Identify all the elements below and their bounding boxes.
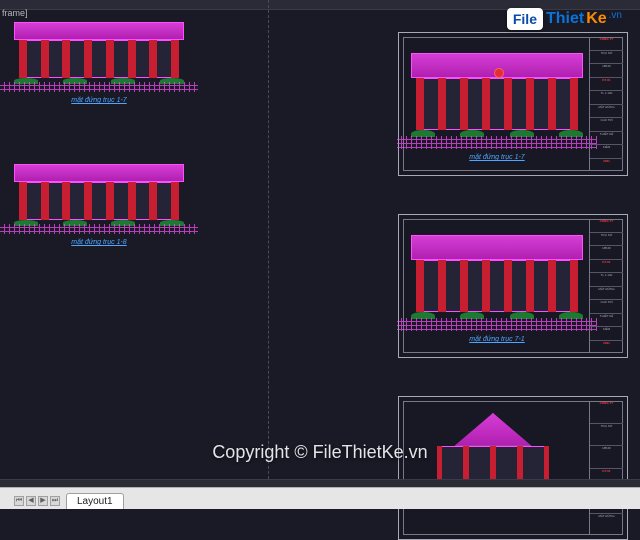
layout-tabstrip: ⏮ ◀ ▶ ⏭ Layout1 bbox=[0, 487, 640, 509]
ground-grid bbox=[397, 318, 597, 331]
tab-nav-prev-icon[interactable]: ◀ bbox=[26, 496, 36, 506]
tb-row: KIỂM bbox=[590, 145, 623, 159]
logo-tld: .vn bbox=[609, 10, 622, 21]
layout-sheet-1[interactable]: mặt đứng trục 1-7 CÔNG TY TRỤ SỞ UBND KT… bbox=[398, 32, 628, 176]
tb-row: THIẾT KẾ bbox=[590, 314, 623, 328]
tb-row: UBND bbox=[590, 64, 623, 78]
logo-word1: Thiet bbox=[546, 10, 584, 28]
tb-row: TRỤ SỞ bbox=[590, 51, 623, 65]
tb-row: UBND bbox=[590, 246, 623, 260]
columns bbox=[416, 78, 578, 130]
tb-row: TL 1:100 bbox=[590, 273, 623, 287]
layout-sheet-3[interactable]: CÔNG TY TRỤ SỞ UBND KT-01 TL 1:100 MẶT Đ… bbox=[398, 396, 628, 540]
title-block: CÔNG TY TRỤ SỞ UBND KT-01 TL 1:100 MẶT Đ… bbox=[589, 219, 623, 353]
drawing-elevation-1[interactable]: mặt đứng trục 1-7 bbox=[14, 22, 184, 92]
drawing-caption: mặt đứng trục 1-8 bbox=[14, 239, 184, 246]
tb-row: CÔNG TY bbox=[590, 219, 623, 233]
logo-word2: Ke bbox=[586, 10, 606, 28]
drawing-caption: mặt đứng trục 1-7 bbox=[14, 97, 184, 104]
tb-row: 2021 bbox=[590, 159, 623, 172]
sheet-drawing-area bbox=[403, 401, 585, 535]
tb-row: MẶT ĐỨNG bbox=[590, 287, 623, 301]
sheet2-elevation: mặt đứng trục 7-1 bbox=[411, 235, 583, 331]
tab-nav-last-icon[interactable]: ⏭ bbox=[50, 496, 60, 506]
columns bbox=[19, 40, 179, 78]
tb-row: TRỤ SỞ bbox=[590, 233, 623, 247]
tab-nav-first-icon[interactable]: ⏮ bbox=[14, 496, 24, 506]
tb-row: THIẾT KẾ bbox=[590, 132, 623, 146]
tab-nav-buttons: ⏮ ◀ ▶ ⏭ bbox=[14, 496, 60, 506]
tb-row: KIỂM bbox=[590, 327, 623, 341]
title-block: CÔNG TY TRỤ SỞ UBND KT-01 TL 1:100 MẶT Đ… bbox=[589, 37, 623, 171]
roof-shape bbox=[14, 164, 184, 182]
emblem-icon bbox=[494, 68, 504, 78]
canvas-bottom-edge bbox=[0, 479, 640, 487]
sheet1-elevation: mặt đứng trục 1-7 bbox=[411, 53, 583, 149]
tb-row: 2021 bbox=[590, 341, 623, 354]
title-block: CÔNG TY TRỤ SỞ UBND KT-01 TL 1:100 MẶT Đ… bbox=[589, 401, 623, 535]
tb-row: MẶT ĐỨNG bbox=[590, 514, 623, 536]
layout-sheet-2[interactable]: mặt đứng trục 7-1 CÔNG TY TRỤ SỞ UBND KT… bbox=[398, 214, 628, 358]
roof-shape-hip bbox=[443, 413, 544, 446]
tb-row: KT-01 bbox=[590, 260, 623, 274]
tab-layout1[interactable]: Layout1 bbox=[66, 493, 124, 509]
columns bbox=[416, 260, 578, 312]
tb-row: CHỦ TRÌ bbox=[590, 300, 623, 314]
tb-row: MẶT ĐỨNG bbox=[590, 105, 623, 119]
drawing-elevation-2[interactable]: mặt đứng trục 1-8 bbox=[14, 164, 184, 234]
columns bbox=[19, 182, 179, 220]
tab-nav-next-icon[interactable]: ▶ bbox=[38, 496, 48, 506]
cad-canvas[interactable]: frame] mặt đứng trục 1-7 mặt đứng trục 1… bbox=[0, 0, 640, 509]
sheet-drawing-area: mặt đứng trục 1-7 bbox=[403, 37, 585, 171]
viewport-divider bbox=[268, 0, 269, 509]
watermark-logo: File Thiet Ke .vn bbox=[507, 8, 622, 30]
roof-shape bbox=[14, 22, 184, 40]
tb-row: TRỤ SỞ bbox=[590, 424, 623, 447]
ground-grid bbox=[397, 136, 597, 149]
roof-shape bbox=[411, 235, 583, 260]
tb-row: CÔNG TY bbox=[590, 37, 623, 51]
sheet-drawing-area: mặt đứng trục 7-1 bbox=[403, 219, 585, 353]
ground-grid bbox=[0, 224, 197, 234]
tb-row: CÔNG TY bbox=[590, 401, 623, 424]
tb-row: TL 1:100 bbox=[590, 91, 623, 105]
logo-badge: File bbox=[507, 8, 543, 30]
drawing-caption: mặt đứng trục 1-7 bbox=[411, 154, 583, 161]
ground-grid bbox=[0, 82, 197, 92]
tb-row: CHỦ TRÌ bbox=[590, 118, 623, 132]
tb-row: KT-01 bbox=[590, 78, 623, 92]
drawing-caption: mặt đứng trục 7-1 bbox=[411, 336, 583, 343]
tb-row: UBND bbox=[590, 446, 623, 469]
frame-label: frame] bbox=[2, 8, 28, 18]
